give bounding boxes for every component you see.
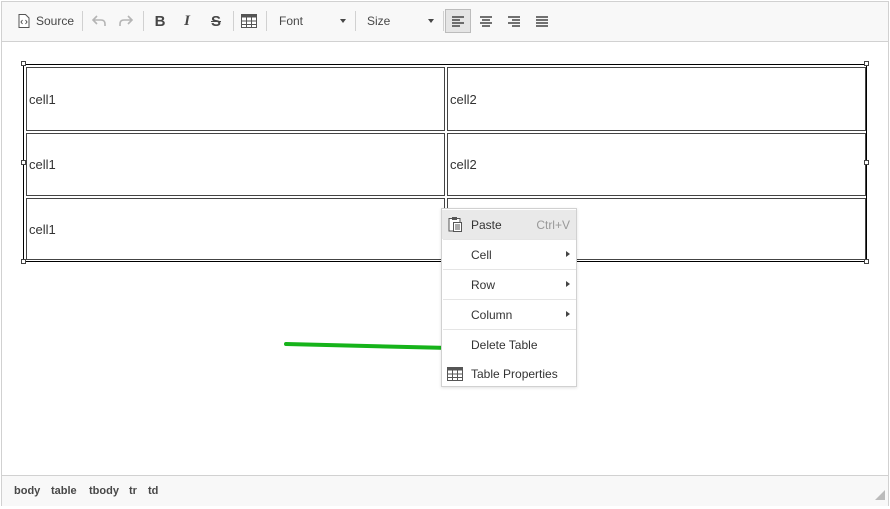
table-cell[interactable]: cell1 [26,67,445,131]
menu-item-table-properties[interactable]: Table Properties [442,359,576,388]
toolbar-separator [443,11,444,31]
submenu-arrow-icon [566,251,570,257]
context-menu: Paste Ctrl+V Cell Row Column Delete Tabl… [441,208,577,387]
strikethrough-button[interactable]: S [205,9,227,33]
menu-item-row[interactable]: Row [442,270,576,299]
resize-handle[interactable] [21,61,26,66]
menu-item-label: Column [471,308,513,322]
resize-handle[interactable] [21,160,26,165]
menu-item-label: Cell [471,248,492,262]
menu-item-label: Paste [471,218,502,232]
elements-path-item[interactable]: body [14,485,40,497]
justify-icon [536,15,548,27]
menu-item-paste[interactable]: Paste Ctrl+V [442,210,576,239]
resize-handle[interactable] [864,160,869,165]
align-right-button[interactable] [503,9,525,33]
table-cell[interactable]: cell1 [26,133,445,196]
elements-path-item[interactable]: tbody [89,485,119,497]
toolbar-separator [143,11,144,31]
resize-grip-icon[interactable] [875,490,885,500]
menu-item-delete-table[interactable]: Delete Table [442,330,576,359]
table-button[interactable] [238,9,260,33]
toolbar-separator [82,11,83,31]
font-dropdown[interactable]: Font [272,9,352,33]
source-label: Source [35,14,75,28]
redo-button[interactable] [115,9,137,33]
size-dropdown[interactable]: Size [360,9,440,33]
font-dropdown-label: Font [279,14,304,28]
table-icon [447,367,463,381]
align-center-button[interactable] [475,9,497,33]
source-icon [18,14,30,28]
justify-button[interactable] [531,9,553,33]
table-cell[interactable]: cell2 [447,67,866,131]
elements-path-item[interactable]: td [148,485,158,497]
source-button[interactable]: Source [14,9,78,33]
table-cell[interactable]: cell2 [447,133,866,196]
toolbar-separator [233,11,234,31]
bold-button[interactable]: B [149,9,171,33]
status-bar: body table tbody tr td [2,475,888,506]
elements-path-item[interactable]: table [51,485,77,497]
menu-item-cell[interactable]: Cell [442,240,576,269]
menu-item-label: Row [471,278,496,292]
shortcut-label: Ctrl+V [536,218,570,232]
italic-icon: I [184,12,190,29]
align-left-button[interactable] [445,9,471,33]
menu-item-label: Delete Table [471,338,538,352]
submenu-arrow-icon [566,281,570,287]
bold-icon: B [154,12,166,30]
undo-icon [92,15,106,26]
menu-item-column[interactable]: Column [442,300,576,329]
paste-icon [448,217,462,232]
chevron-down-icon [340,19,346,23]
redo-icon [119,15,133,26]
toolbar-separator [266,11,267,31]
size-dropdown-label: Size [367,14,391,28]
strikethrough-icon: S [210,12,221,30]
resize-handle[interactable] [864,61,869,66]
italic-button[interactable]: I [176,9,198,33]
align-right-icon [508,15,520,27]
elements-path-item[interactable]: tr [129,485,137,497]
menu-item-label: Table Properties [471,367,558,381]
toolbar: Source B I S Font Size [2,2,888,42]
table-icon [241,14,257,28]
undo-button[interactable] [88,9,110,33]
align-center-icon [480,15,492,27]
resize-handle[interactable] [864,259,869,264]
toolbar-separator [355,11,356,31]
table-cell[interactable]: cell1 [26,198,445,260]
chevron-down-icon [428,19,434,23]
resize-handle[interactable] [21,259,26,264]
submenu-arrow-icon [566,311,570,317]
align-left-icon [452,15,464,27]
